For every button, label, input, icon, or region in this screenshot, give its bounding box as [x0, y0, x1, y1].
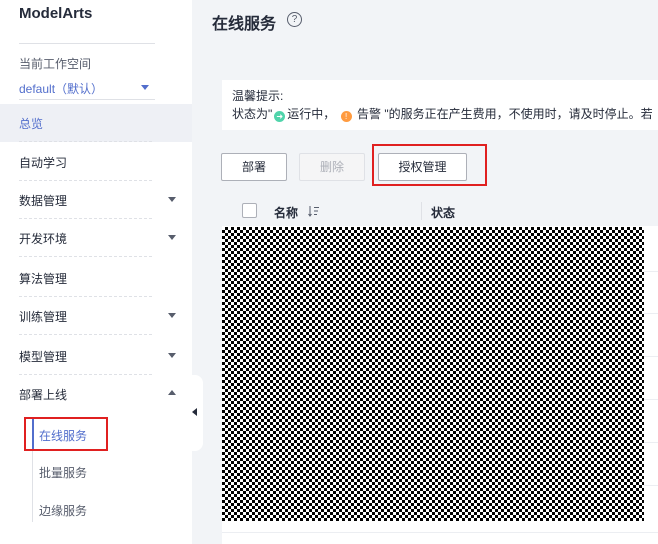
sidebar: ModelArts 当前工作空间 default（默认） 总览 自动学习 数据管… [0, 0, 192, 544]
sidebar-item-auto-learning[interactable]: 自动学习 [0, 143, 192, 181]
caret-down-icon [168, 313, 176, 318]
sidebar-item-label: 开发环境 [19, 232, 68, 246]
sidebar-subitem-batch-service[interactable]: 批量服务 [32, 454, 182, 488]
workspace-label: 当前工作空间 [19, 57, 92, 71]
tip-alarm-label: 告警 [356, 107, 381, 121]
sidebar-item-overview[interactable]: 总览 [0, 104, 192, 142]
tip-title: 温馨提示: [232, 89, 284, 103]
delete-button[interactable]: 删除 [299, 153, 365, 181]
tip-text-part: ， [323, 107, 336, 121]
running-status-icon: ➜ [274, 111, 286, 122]
collapse-arrow-icon [192, 408, 197, 416]
caret-down-icon [141, 85, 149, 90]
sidebar-item-algorithm[interactable]: 算法管理 [0, 259, 192, 297]
sidebar-item-label: 部署上线 [19, 388, 68, 402]
brand-title: ModelArts [19, 5, 93, 22]
table-header: 名称 状态 [222, 196, 658, 226]
sidebar-item-label: 总览 [19, 117, 44, 131]
sort-icon[interactable] [308, 205, 320, 217]
sidebar-item-label: 数据管理 [19, 194, 68, 208]
sidebar-item-model[interactable]: 模型管理 [0, 337, 192, 375]
tip-text-part: 状态为" [232, 107, 273, 121]
masked-table-content [222, 227, 644, 521]
sidebar-item-data-management[interactable]: 数据管理 [0, 181, 192, 219]
column-header-status: 状态 [431, 206, 456, 220]
page-title: 在线服务 [212, 16, 277, 33]
column-separator [421, 202, 422, 220]
sidebar-item-label: 模型管理 [19, 350, 68, 364]
auth-management-button[interactable]: 授权管理 [378, 153, 467, 181]
divider [19, 141, 152, 142]
sidebar-item-dev-env[interactable]: 开发环境 [0, 219, 192, 257]
caret-down-icon [168, 353, 176, 358]
divider [19, 334, 152, 335]
deploy-button[interactable]: 部署 [221, 153, 287, 181]
sidebar-item-label: 算法管理 [19, 272, 68, 286]
workspace-value: default（默认） [19, 82, 104, 96]
alarm-status-icon: ! [340, 111, 352, 122]
help-icon[interactable]: ? [287, 12, 302, 27]
column-header-name: 名称 [274, 206, 299, 220]
sidebar-subitem-label: 边缘服务 [39, 504, 88, 518]
select-all-checkbox[interactable] [242, 203, 257, 218]
tip-box: 温馨提示: 状态为" ➜ 运行中， ! 告警 "的服务正在产生费用，不使用时，请及时… [222, 80, 658, 130]
sidebar-item-deploy[interactable]: 部署上线 [0, 375, 192, 413]
sidebar-subitem-edge-service[interactable]: 边缘服务 [32, 492, 182, 526]
sidebar-item-training[interactable]: 训练管理 [0, 297, 192, 335]
sidebar-subitem-label: 批量服务 [39, 466, 88, 480]
table-row-divider [222, 532, 658, 533]
sidebar-subitem-online-service[interactable]: 在线服务 [32, 417, 182, 451]
sidebar-item-label: 自动学习 [19, 156, 68, 170]
tip-text-part: "的服务正在产生费用，不使用时，请及时停止。若 [384, 107, 653, 121]
sidebar-subitem-label: 在线服务 [39, 429, 88, 443]
tip-running-label: 运行中 [287, 107, 324, 121]
caret-up-icon [168, 390, 176, 395]
sidebar-collapse-handle[interactable] [188, 375, 203, 451]
services-table: 名称 状态 [222, 196, 658, 544]
caret-down-icon [168, 235, 176, 240]
divider [19, 43, 155, 44]
tip-text: 状态为" ➜ 运行中， ! 告警 "的服务正在产生费用，不使用时，请及时停止。若 [232, 105, 653, 122]
workspace-select[interactable]: default（默认） [19, 80, 155, 100]
caret-down-icon [168, 197, 176, 202]
sidebar-item-label: 训练管理 [19, 310, 68, 324]
divider [19, 256, 152, 257]
